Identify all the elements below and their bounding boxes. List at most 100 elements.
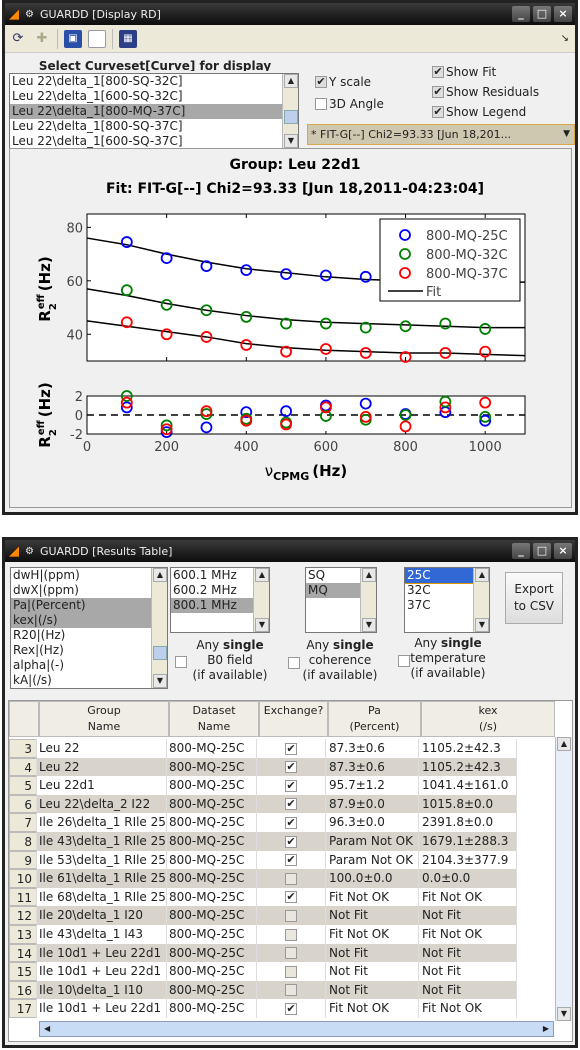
list-item[interactable]: Leu 22\delta_1[800-MQ-37C] xyxy=(10,104,298,119)
exchange-checkbox[interactable] xyxy=(285,872,297,885)
table-row[interactable]: 14 Ile 10d1 + Leu 22d1 800-MQ-25C Not Fi… xyxy=(9,943,517,963)
scroll-down-icon[interactable]: ▼ xyxy=(362,618,376,632)
exchange-checkbox[interactable]: ✔ xyxy=(285,854,297,867)
exchange-cell[interactable]: ✔ xyxy=(257,757,326,777)
group-name-cell[interactable]: Ile 10\delta_1 I10 xyxy=(37,980,167,1000)
scroll-right-icon[interactable]: ▶ xyxy=(543,1024,549,1033)
exchange-cell[interactable] xyxy=(257,925,326,944)
pa-cell[interactable]: Not Fit xyxy=(326,943,419,963)
parameter-list[interactable]: dwH|(ppm) dwX|(ppm) Pa|(Percent) kex|(/s) R2… xyxy=(10,567,168,689)
group-name-cell[interactable]: Ile 26\delta_1 RIle 25C xyxy=(37,813,167,832)
list-item[interactable]: Leu 22\delta_1[600-SQ-37C] xyxy=(10,134,298,148)
group-name-cell[interactable]: Ile 61\delta_1 RIle 25C xyxy=(37,869,167,888)
y-scale-checkbox[interactable]: ✔ Y scale xyxy=(315,75,371,89)
exchange-checkbox[interactable]: ✔ xyxy=(285,891,297,904)
pa-cell[interactable]: Not Fit xyxy=(326,906,419,925)
table-row[interactable]: 17 Ile 10d1 + Leu 22d1 800-MQ-25C ✔ Fit … xyxy=(9,999,517,1018)
group-name-cell[interactable]: Ile 10d1 + Leu 22d1 xyxy=(37,962,167,981)
kex-cell[interactable]: 0.0±0.0 xyxy=(419,869,517,888)
dataset-name-cell[interactable]: 800-MQ-25C xyxy=(167,906,257,925)
scroll-down-icon[interactable]: ▼ xyxy=(557,1007,571,1021)
pa-cell[interactable]: Param Not OK xyxy=(326,850,419,870)
show-fit-checkbox[interactable]: ✔ Show Fit xyxy=(432,65,496,79)
kex-cell[interactable]: Fit Not OK xyxy=(419,999,517,1018)
scroll-up-icon[interactable]: ▲ xyxy=(475,568,489,582)
exchange-checkbox[interactable]: ✔ xyxy=(285,1002,297,1015)
dataset-name-cell[interactable]: 800-MQ-25C xyxy=(167,869,257,888)
column-header[interactable]: Exchange? xyxy=(259,701,328,737)
minimize-button[interactable]: _ xyxy=(512,6,530,22)
group-name-cell[interactable]: Leu 22 xyxy=(37,739,167,758)
table-row[interactable]: 8 Ile 43\delta_1 RIle 25C 800-MQ-25C ✔ P… xyxy=(9,832,517,851)
parameter-scrollbar[interactable]: ▲ ▼ xyxy=(151,568,167,688)
window-menu-icon[interactable]: ⚙ xyxy=(25,9,34,20)
table-row[interactable]: 12 Ile 20\delta_1 I20 800-MQ-25C Not Fit… xyxy=(9,906,517,925)
table-row[interactable]: 7 Ile 26\delta_1 RIle 25C 800-MQ-25C ✔ 9… xyxy=(9,813,517,832)
table-row[interactable]: 15 Ile 10d1 + Leu 22d1 800-MQ-25C Not Fi… xyxy=(9,962,517,981)
column-header[interactable]: Pa (Percent) xyxy=(328,701,421,737)
scroll-up-icon[interactable]: ▲ xyxy=(362,568,376,582)
dataset-name-cell[interactable]: 800-MQ-25C xyxy=(167,962,257,981)
pa-cell[interactable]: 100.0±0.0 xyxy=(326,869,419,888)
scroll-up-icon[interactable]: ▲ xyxy=(284,74,298,88)
save-icon[interactable]: ▣ xyxy=(64,29,82,48)
kex-cell[interactable]: Not Fit xyxy=(419,980,517,1000)
toolbar-expand-icon[interactable]: ↘ xyxy=(561,33,569,44)
pa-cell[interactable]: 95.7±1.2 xyxy=(326,776,419,795)
scroll-thumb[interactable] xyxy=(153,646,167,660)
list-item[interactable]: kA|(/s) xyxy=(11,673,167,688)
scroll-thumb[interactable] xyxy=(284,110,298,124)
table-row[interactable]: 9 Ile 53\delta_1 RIle 25C 800-MQ-25C ✔ P… xyxy=(9,850,517,870)
scroll-down-icon[interactable]: ▼ xyxy=(284,134,298,148)
dataset-name-cell[interactable]: 800-MQ-25C xyxy=(167,813,257,832)
coherence-checkbox[interactable] xyxy=(288,657,300,669)
kex-cell[interactable]: 1015.8±0.0 xyxy=(419,794,517,814)
coherence-scrollbar[interactable]: ▲ ▼ xyxy=(360,568,376,632)
3d-angle-checkbox[interactable]: 3D Angle xyxy=(315,97,384,111)
new-page-icon[interactable] xyxy=(88,29,106,48)
kex-cell[interactable]: 2104.3±377.9 xyxy=(419,850,517,870)
scroll-up-icon[interactable]: ▲ xyxy=(557,737,571,751)
close-button[interactable]: × xyxy=(554,6,572,22)
exchange-checkbox[interactable]: ✔ xyxy=(285,798,297,811)
pa-cell[interactable]: Fit Not OK xyxy=(326,887,419,907)
exchange-cell[interactable] xyxy=(257,980,326,1000)
group-name-cell[interactable]: Ile 43\delta_1 RIle 25C xyxy=(37,832,167,851)
exchange-cell[interactable]: ✔ xyxy=(257,739,326,758)
field-list[interactable]: 600.1 MHz 600.2 MHz 800.1 MHz ▲ ▼ xyxy=(170,567,270,633)
exchange-cell[interactable]: ✔ xyxy=(257,794,326,814)
list-item[interactable]: dwH|(ppm) xyxy=(11,568,167,583)
kex-cell[interactable]: 1105.2±42.3 xyxy=(419,757,517,777)
pa-cell[interactable]: Param Not OK xyxy=(326,832,419,851)
pa-cell[interactable]: 87.3±0.6 xyxy=(326,757,419,777)
minimize-button[interactable]: _ xyxy=(512,543,530,559)
scroll-down-icon[interactable]: ▼ xyxy=(255,618,269,632)
exchange-checkbox[interactable]: ✔ xyxy=(285,835,297,848)
temperature-checkbox[interactable] xyxy=(398,655,410,667)
curveset-list[interactable]: Leu 22\delta_1[800-SQ-32C] Leu 22\delta_1… xyxy=(9,73,299,149)
dataset-name-cell[interactable]: 800-MQ-25C xyxy=(167,887,257,907)
pa-cell[interactable]: Fit Not OK xyxy=(326,999,419,1018)
group-name-cell[interactable]: Leu 22\delta_2 I22 xyxy=(37,794,167,814)
kex-cell[interactable]: 1679.1±288.3 xyxy=(419,832,517,851)
refresh-icon[interactable]: ⟳ xyxy=(9,30,27,48)
temperature-list[interactable]: 25C 32C 37C ▲ ▼ xyxy=(404,567,490,633)
table-row[interactable]: 11 Ile 68\delta_1 RIle 25C 800-MQ-25C ✔ … xyxy=(9,887,517,907)
show-residuals-checkbox[interactable]: ✔ Show Residuals xyxy=(432,85,539,99)
list-item[interactable]: Pa|(Percent) xyxy=(11,598,167,613)
dataset-name-cell[interactable]: 800-MQ-25C xyxy=(167,850,257,870)
scroll-up-icon[interactable]: ▲ xyxy=(153,568,167,582)
scroll-down-icon[interactable]: ▼ xyxy=(153,674,167,688)
exchange-checkbox[interactable] xyxy=(285,984,297,997)
exchange-cell[interactable] xyxy=(257,869,326,888)
column-header[interactable]: kex (/s) xyxy=(421,701,555,737)
dataset-name-cell[interactable]: 800-MQ-25C xyxy=(167,739,257,758)
group-name-cell[interactable]: Ile 10d1 + Leu 22d1 xyxy=(37,999,167,1018)
dataset-name-cell[interactable]: 800-MQ-25C xyxy=(167,757,257,777)
list-item[interactable]: alpha|(-) xyxy=(11,658,167,673)
kex-cell[interactable]: Not Fit xyxy=(419,962,517,981)
exchange-checkbox[interactable]: ✔ xyxy=(285,742,297,755)
table-horizontal-scrollbar[interactable]: ◀ ▶ xyxy=(39,1021,554,1037)
dataset-name-cell[interactable]: 800-MQ-25C xyxy=(167,832,257,851)
close-button[interactable]: × xyxy=(554,543,572,559)
